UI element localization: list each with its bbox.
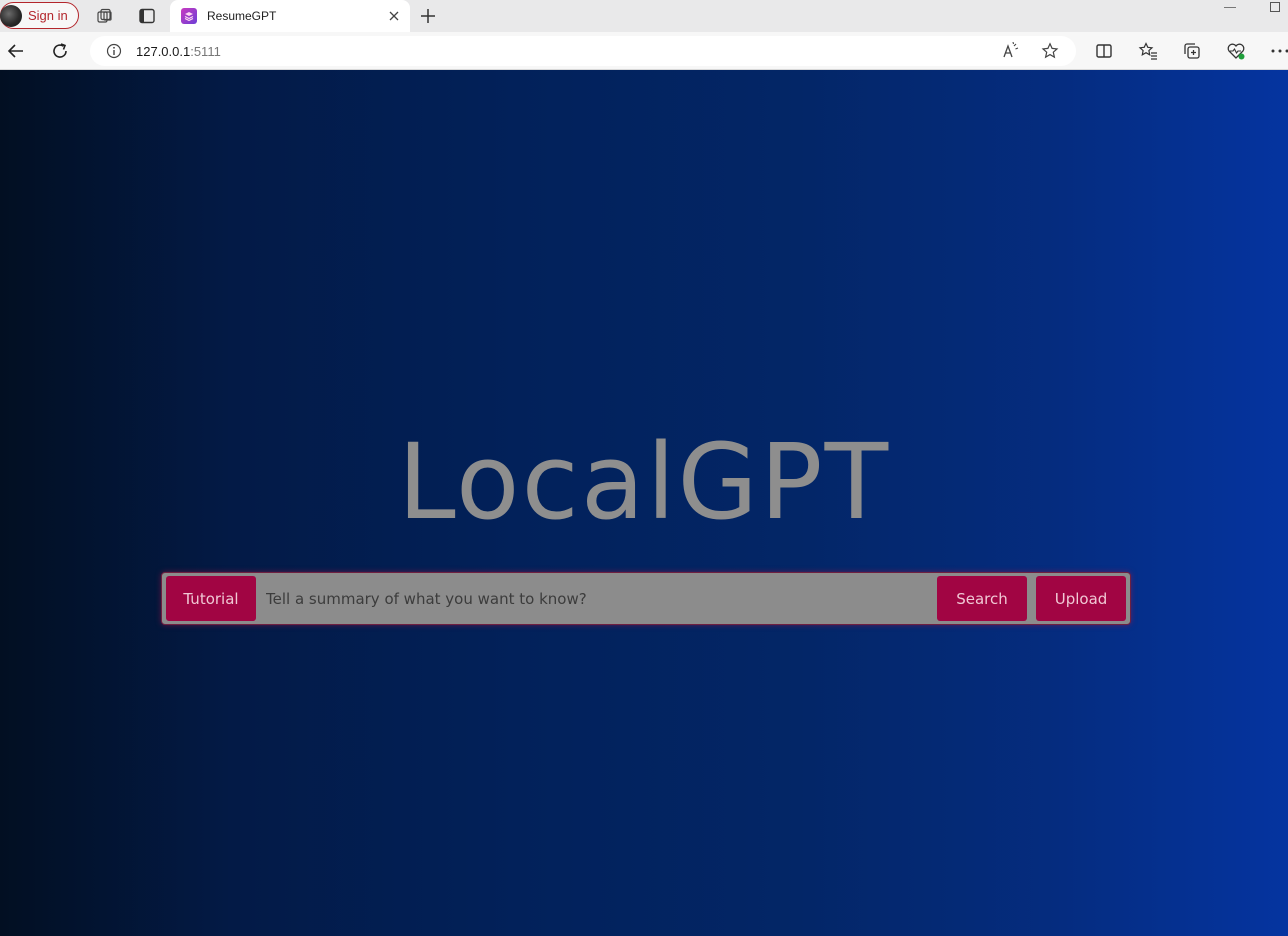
minimize-icon[interactable] [1224,7,1236,8]
favorite-star-icon[interactable] [1041,42,1059,60]
active-tab[interactable]: ResumeGPT [170,0,410,32]
url-host: 127.0.0.1 [136,43,191,59]
more-icon[interactable] [1270,41,1288,61]
profile-signin-button[interactable]: Sign in [0,2,79,29]
collections-icon[interactable] [1182,41,1202,61]
tab-title: ResumeGPT [207,9,277,23]
brand-title: LocalGPT [397,421,891,543]
new-tab-icon[interactable] [418,6,438,26]
back-icon[interactable] [6,41,26,61]
split-screen-icon[interactable] [1094,41,1114,61]
read-aloud-icon[interactable] [1002,41,1020,60]
signin-label: Sign in [28,8,68,23]
upload-button[interactable]: Upload [1036,576,1126,621]
search-button[interactable]: Search [937,576,1027,621]
close-icon[interactable] [387,9,401,23]
workspaces-icon[interactable] [96,7,114,25]
address-toolbar: 127.0.0.1:5111 [0,32,1288,70]
refresh-icon[interactable] [50,41,70,61]
browser-essentials-icon[interactable] [1226,41,1246,61]
site-info-icon[interactable] [106,43,122,59]
resumegpt-favicon [181,8,197,24]
url-port: :5111 [190,43,221,59]
search-input[interactable] [262,576,930,621]
url-field[interactable]: 127.0.0.1:5111 [90,36,1076,66]
tab-actions-icon[interactable] [138,7,156,25]
avatar [0,4,22,27]
page-background: LocalGPT Tutorial Search Upload [0,70,1288,936]
url-text: 127.0.0.1:5111 [136,44,221,59]
tutorial-button[interactable]: Tutorial [166,576,256,621]
maximize-icon[interactable] [1270,2,1280,12]
favorites-icon[interactable] [1138,41,1158,61]
search-bar: Tutorial Search Upload [161,572,1131,625]
tab-strip: Sign in ResumeGPT [0,0,1288,32]
